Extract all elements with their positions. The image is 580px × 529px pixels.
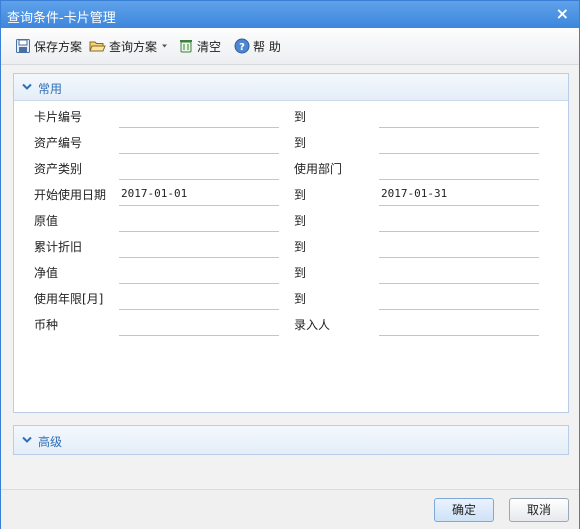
net-value-to-input[interactable] bbox=[379, 259, 539, 284]
criteria-label: 资产编号 bbox=[34, 136, 83, 150]
folder-open-icon bbox=[89, 41, 106, 52]
asset-category-input[interactable] bbox=[119, 155, 279, 180]
original-value-from-input[interactable] bbox=[119, 207, 279, 232]
query-scheme-label: 查询方案 bbox=[109, 39, 158, 54]
department-input[interactable] bbox=[379, 155, 539, 180]
criteria-label: 累计折旧 bbox=[34, 240, 83, 254]
title-bar[interactable]: 查询条件-卡片管理 × bbox=[1, 1, 579, 28]
clear-button[interactable]: 清空 bbox=[178, 37, 221, 55]
criteria-label: 原值 bbox=[34, 214, 59, 228]
save-icon bbox=[16, 39, 30, 53]
criteria-right-label: 到 bbox=[294, 240, 307, 254]
criteria-right-label: 使用部门 bbox=[294, 162, 343, 176]
advanced-panel-title: 高级 bbox=[38, 435, 63, 449]
original-value-to-input[interactable] bbox=[379, 207, 539, 232]
ok-button[interactable]: 确定 bbox=[434, 498, 494, 522]
toolbar: 保存方案 查询方案 清空 ? 帮 助 bbox=[1, 28, 579, 65]
depreciation-to-input[interactable] bbox=[379, 233, 539, 258]
advanced-panel: 高级 bbox=[13, 425, 569, 455]
service-life-to-input[interactable] bbox=[379, 285, 539, 310]
net-value-from-input[interactable] bbox=[119, 259, 279, 284]
criteria-right-label: 到 bbox=[294, 266, 307, 280]
criteria-label: 净值 bbox=[34, 266, 59, 280]
close-icon[interactable]: × bbox=[556, 4, 569, 23]
chevron-down-icon bbox=[22, 83, 32, 90]
asset-no-to-input[interactable] bbox=[379, 129, 539, 154]
criteria-right-label: 到 bbox=[294, 136, 307, 150]
advanced-panel-header[interactable]: 高级 bbox=[14, 426, 568, 454]
criteria-label: 币种 bbox=[34, 318, 59, 332]
help-button[interactable]: ? 帮 助 bbox=[234, 37, 281, 55]
trash-icon bbox=[180, 40, 192, 53]
window-title: 查询条件-卡片管理 bbox=[7, 11, 116, 26]
entered-by-input[interactable] bbox=[379, 311, 539, 336]
svg-text:?: ? bbox=[239, 42, 245, 53]
dropdown-arrow-icon bbox=[162, 44, 168, 48]
dialog-window: 查询条件-卡片管理 × 保存方案 查询方案 清空 ? 帮 助 常用 卡片编号 到… bbox=[0, 0, 580, 529]
service-life-from-input[interactable] bbox=[119, 285, 279, 310]
chevron-right-icon bbox=[22, 436, 32, 443]
currency-input[interactable] bbox=[119, 311, 279, 336]
depreciation-from-input[interactable] bbox=[119, 233, 279, 258]
card-no-to-input[interactable] bbox=[379, 103, 539, 128]
start-date-from-input[interactable]: 2017-01-01 bbox=[119, 181, 279, 206]
criteria-label: 卡片编号 bbox=[34, 110, 83, 124]
criteria-right-label: 到 bbox=[294, 214, 307, 228]
cancel-button[interactable]: 取消 bbox=[509, 498, 569, 522]
criteria-label: 资产类别 bbox=[34, 162, 83, 176]
criteria-right-label: 到 bbox=[294, 188, 307, 202]
clear-label: 清空 bbox=[197, 39, 222, 54]
common-panel-title: 常用 bbox=[38, 82, 63, 96]
criteria-label: 使用年限[月] bbox=[34, 292, 104, 306]
card-no-from-input[interactable] bbox=[119, 103, 279, 128]
query-scheme-button[interactable]: 查询方案 bbox=[89, 37, 172, 55]
dialog-footer: 确定 取消 bbox=[1, 489, 579, 529]
save-scheme-button[interactable]: 保存方案 bbox=[15, 37, 82, 55]
help-label: 帮 助 bbox=[253, 39, 281, 54]
criteria-right-label: 到 bbox=[294, 110, 307, 124]
common-panel: 常用 卡片编号 到 资产编号 到 资产类别 使用部门 开始使用日期 2017-0… bbox=[13, 73, 569, 413]
criteria-right-label: 到 bbox=[294, 292, 307, 306]
common-panel-header[interactable]: 常用 bbox=[14, 74, 568, 101]
start-date-to-input[interactable]: 2017-01-31 bbox=[379, 181, 539, 206]
help-icon: ? bbox=[234, 38, 250, 54]
asset-no-from-input[interactable] bbox=[119, 129, 279, 154]
save-scheme-label: 保存方案 bbox=[34, 39, 83, 54]
criteria-right-label: 录入人 bbox=[294, 318, 331, 332]
criteria-label: 开始使用日期 bbox=[34, 188, 107, 202]
